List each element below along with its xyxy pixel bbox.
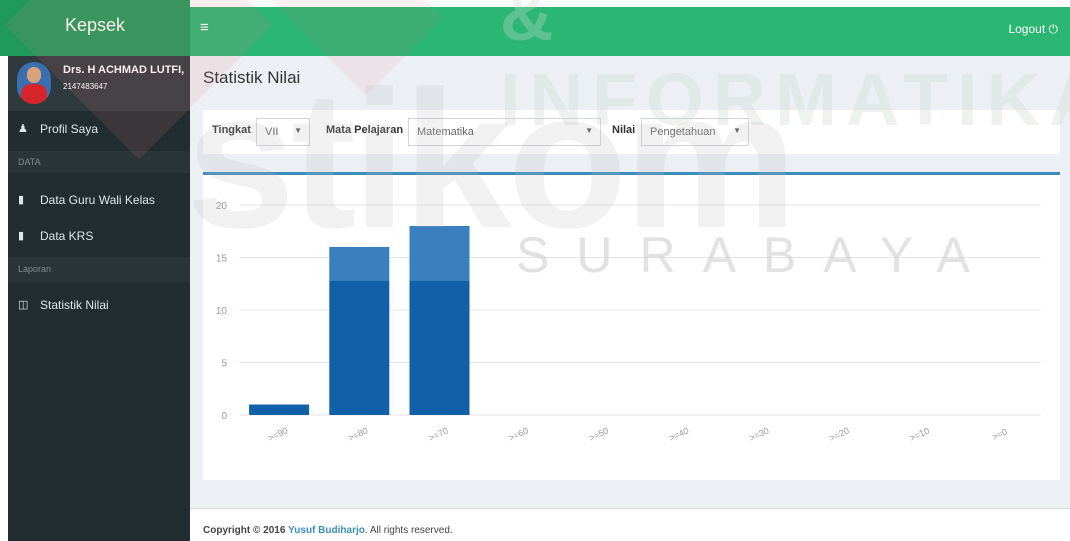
sidebar-item-label: Profil Saya: [40, 122, 99, 136]
footer-suffix: . All rights reserved.: [364, 525, 453, 536]
sidebar-item-profil[interactable]: ♟ Profil Saya: [8, 122, 190, 142]
user-id: 2147483647: [63, 82, 108, 91]
bar: [409, 280, 470, 415]
logout-button[interactable]: Logout ⏻: [1008, 22, 1058, 37]
bar-segment-top: [409, 226, 470, 281]
sidebar-item-label: Data Guru Wali Kelas: [40, 193, 155, 207]
sidebar-item-label: Statistik Nilai: [40, 298, 109, 312]
sidebar-item-statistik[interactable]: ◫ Statistik Nilai: [8, 298, 190, 318]
avatar: [17, 62, 51, 104]
mapel-value: Matematika: [417, 126, 474, 138]
bar-segment-top: [329, 247, 390, 281]
x-tick-label: >=80: [347, 425, 370, 443]
file-icon: ▮: [18, 194, 25, 206]
x-tick-label: >=70: [427, 425, 450, 443]
sidebar-item-guru-wali[interactable]: ▮ Data Guru Wali Kelas: [8, 193, 190, 213]
footer-copyright: Copyright © 2016 Yusuf Budiharjo. All ri…: [203, 525, 453, 536]
y-tick-label: 10: [216, 306, 228, 317]
tingkat-select[interactable]: VII ▼: [256, 118, 310, 146]
user-panel: Drs. H ACHMAD LUTFI, 2147483647: [8, 56, 190, 111]
file-chart-icon: ◫: [18, 299, 29, 311]
top-navbar: ≡ Logout ⏻: [190, 7, 1070, 56]
y-tick-label: 0: [221, 411, 227, 422]
footer-author-link[interactable]: Yusuf Budiharjo: [288, 525, 365, 536]
y-tick-label: 15: [216, 254, 228, 265]
sidebar-item-label: Data KRS: [40, 229, 94, 243]
nilai-value: Pengetahuan: [650, 126, 716, 138]
logout-label: Logout: [1008, 22, 1046, 36]
main-content: Statistik Nilai Tingkat VII ▼ Mata Pelaj…: [190, 56, 1070, 508]
bar-chart: 0 5 10 15 20 >=90 >=80 >=70 >=60 >=50 >=40 >=30 >=20…: [216, 201, 1041, 443]
page-title: Statistik Nilai: [203, 68, 301, 87]
filter-panel: Tingkat VII ▼ Mata Pelajaran Matematika …: [203, 110, 1060, 154]
brand-bar: Kepsek: [0, 0, 190, 56]
x-tick-label: >=30: [748, 425, 771, 443]
sidebar-header-laporan: Laporan: [8, 257, 190, 282]
user-icon: ♟: [18, 123, 28, 135]
user-name: Drs. H ACHMAD LUTFI,: [63, 64, 185, 76]
x-tick-label: >=40: [667, 425, 690, 443]
footer-prefix: Copyright © 2016: [203, 525, 286, 536]
chevron-down-icon: ▼: [733, 126, 741, 135]
chevron-down-icon: ▼: [294, 126, 302, 135]
y-tick-label: 20: [216, 201, 228, 212]
tingkat-label: Tingkat: [212, 124, 251, 136]
bar: [249, 404, 310, 415]
bar: [329, 280, 390, 415]
menu-toggle-icon[interactable]: ≡: [200, 19, 209, 36]
file-icon: ▮: [18, 230, 25, 242]
nilai-label: Nilai: [612, 124, 636, 136]
y-tick-label: 5: [221, 359, 227, 370]
footer: Copyright © 2016 Yusuf Budiharjo. All ri…: [190, 508, 1070, 541]
mapel-select[interactable]: Matematika ▼: [408, 118, 601, 146]
x-tick-label: >=90: [266, 425, 289, 443]
mapel-label: Mata Pelajaran: [326, 124, 404, 136]
brand-logo[interactable]: Kepsek: [0, 0, 190, 50]
tingkat-value: VII: [265, 126, 279, 138]
power-icon: ⏻: [1048, 22, 1059, 36]
x-tick-label: >=0: [990, 426, 1008, 442]
nilai-select[interactable]: Pengetahuan ▼: [641, 118, 749, 146]
sidebar-item-krs[interactable]: ▮ Data KRS: [8, 229, 190, 249]
x-tick-label: >=50: [587, 425, 610, 443]
x-tick-label: >=10: [908, 425, 931, 443]
chevron-down-icon: ▼: [585, 126, 593, 135]
sidebar-header-data: DATA: [8, 151, 190, 173]
sidebar: Drs. H ACHMAD LUTFI, 2147483647 ♟ Profil…: [8, 56, 190, 541]
chart-panel: 0 5 10 15 20 >=90 >=80 >=70 >=60 >=50 >=40 >=30 >=20…: [203, 172, 1060, 480]
x-tick-label: >=20: [828, 425, 851, 443]
x-tick-label: >=60: [507, 425, 530, 443]
